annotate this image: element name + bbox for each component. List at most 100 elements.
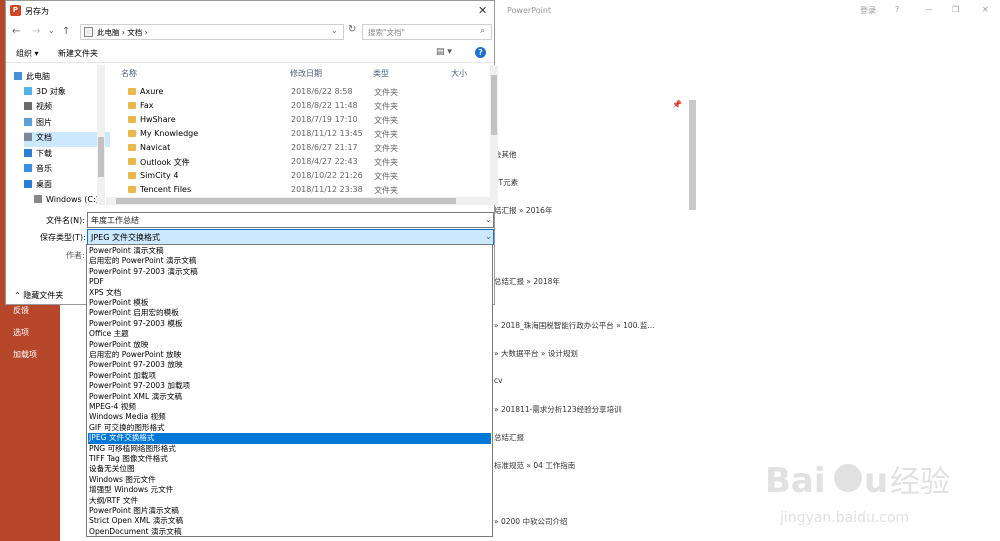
filetype-option[interactable]: Office 主题 [88, 329, 491, 339]
recent-path[interactable]: 标准规范 » 04 工作指南 [494, 460, 575, 471]
horizontal-scroll-thumb[interactable] [116, 198, 456, 204]
help-icon[interactable]: ? [475, 47, 486, 58]
filetype-option[interactable]: PowerPoint 演示文稿 [88, 246, 491, 256]
file-name: SimCity 4 [140, 171, 179, 180]
file-row[interactable]: HwShare 2018/7/19 17:10 文件夹 [111, 113, 486, 127]
recent-path[interactable]: » 2018_珠海国税智能行政办公平台 » 100.监... [494, 320, 655, 331]
search-input[interactable]: 搜索"文档" ⌕ [362, 24, 492, 40]
folder-icon [128, 186, 136, 193]
nav-scroll-thumb[interactable] [98, 137, 104, 177]
filetype-option[interactable]: 增强型 Windows 元文件 [88, 485, 491, 495]
filetype-option[interactable]: PDF [88, 277, 491, 287]
nav-scrollbar[interactable] [97, 65, 105, 205]
backstage-feedback[interactable]: 反馈 [13, 305, 29, 316]
file-row[interactable]: Axure 2018/6/22 8:58 文件夹 [111, 85, 486, 99]
column-date[interactable]: 修改日期 [290, 68, 322, 79]
recent-path[interactable]: 结汇报 » 2016年 [494, 205, 552, 216]
filetype-option[interactable]: PowerPoint 模板 [88, 298, 491, 308]
file-row[interactable]: Navicat 2018/6/27 21:17 文件夹 [111, 141, 486, 155]
file-row[interactable]: Tencent Files 2018/11/12 23:38 文件夹 [111, 183, 486, 197]
filetype-dropdown-list[interactable]: PowerPoint 演示文稿 启用宏的 PowerPoint 演示文稿 Power… [86, 244, 493, 537]
recent-path[interactable]: » 大数据平台 » 设计规划 [494, 348, 578, 359]
filetype-option[interactable]: TIFF Tag 图像文件格式 [88, 454, 491, 464]
filetype-option[interactable]: 启用宏的 PowerPoint 演示文稿 [88, 256, 491, 266]
backstage-scrollbar[interactable] [689, 100, 696, 210]
filetype-option[interactable]: PowerPoint 启用宏的模板 [88, 308, 491, 318]
backstage-options[interactable]: 选项 [13, 327, 29, 338]
filetype-dropdown-icon[interactable]: ⌄ [485, 232, 492, 241]
filetype-option[interactable]: PNG 可移植网络图形格式 [88, 444, 491, 454]
svg-text:经验: 经验 [890, 465, 950, 500]
filetype-option[interactable]: 设备无关位图 [88, 464, 491, 474]
music-icon [24, 164, 32, 172]
filetype-option[interactable]: 启用宏的 PowerPoint 放映 [88, 350, 491, 360]
dialog-close-button[interactable]: ✕ [478, 4, 487, 17]
organize-button[interactable]: 组织 ▾ [16, 48, 39, 59]
filetype-option[interactable]: PowerPoint 97-2003 加载项 [88, 381, 491, 391]
filetype-option[interactable]: MPEG-4 视频 [88, 402, 491, 412]
filetype-option[interactable]: PowerPoint 加载项 [88, 371, 491, 381]
filetype-option[interactable]: PowerPoint 97-2003 演示文稿 [88, 267, 491, 277]
refresh-icon[interactable]: ↻ [348, 24, 358, 40]
recent-locations-icon[interactable]: ⌄ [48, 26, 55, 35]
file-type: 文件夹 [374, 130, 398, 139]
search-icon[interactable]: ⌕ [480, 26, 485, 36]
column-name[interactable]: 名称 [121, 68, 137, 79]
minimize-button[interactable]: — [925, 5, 933, 14]
column-size[interactable]: 大小 [451, 68, 467, 79]
pin-icon[interactable]: 📌 [672, 100, 682, 109]
filetype-option[interactable]: PowerPoint 97-2003 放映 [88, 360, 491, 370]
view-options-icon[interactable]: ▤ ▾ [436, 47, 452, 57]
backstage-sidebar-lower [0, 290, 60, 541]
filetype-option[interactable]: PowerPoint XML 演示文稿 [88, 392, 491, 402]
filetype-option[interactable]: Windows 图元文件 [88, 475, 491, 485]
backstage-addins[interactable]: 加载项 [13, 349, 37, 360]
forward-icon[interactable]: → [32, 26, 40, 37]
file-row[interactable]: My Knowledge 2018/11/12 13:45 文件夹 [111, 127, 486, 141]
hide-folders-button[interactable]: ⌃ 隐藏文件夹 [14, 290, 63, 301]
filetype-option[interactable]: JPEG 文件交换格式 [88, 433, 491, 444]
recent-path[interactable]: 总结汇报 » 2018年 [494, 276, 560, 287]
folder-icon [128, 102, 136, 109]
filetype-option[interactable]: GIF 可交换的图形格式 [88, 423, 491, 433]
recent-path[interactable]: » 0200 中软公司介绍 [494, 516, 567, 527]
recent-path[interactable]: 总结汇报 [494, 432, 524, 443]
nav-item-label: 图片 [36, 118, 52, 127]
filename-dropdown-icon[interactable]: ⌄ [485, 215, 492, 224]
breadcrumb[interactable]: 此电脑 › 文档 › [97, 27, 148, 38]
filetype-option[interactable]: PowerPoint 放映 [88, 340, 491, 350]
filetype-option[interactable]: Strict Open XML 演示文稿 [88, 516, 491, 526]
column-type[interactable]: 类型 [373, 68, 389, 79]
filetype-option[interactable]: Windows Media 视频 [88, 412, 491, 422]
file-row[interactable]: Outlook 文件 2018/4/27 22:43 文件夹 [111, 155, 486, 169]
up-icon[interactable]: ↑ [62, 26, 70, 37]
recent-path[interactable]: cv [494, 376, 503, 385]
help-button[interactable]: ? [895, 5, 899, 14]
filetype-option[interactable]: PowerPoint 97-2003 模板 [88, 319, 491, 329]
file-date: 2018/7/19 17:10 [291, 115, 358, 124]
hide-folders-label: 隐藏文件夹 [23, 291, 64, 300]
login-link[interactable]: 登录 [860, 5, 876, 16]
filetype-option[interactable]: OpenDocument 演示文稿 [88, 527, 491, 537]
file-list-scroll-thumb[interactable] [491, 75, 497, 135]
address-dropdown-icon[interactable]: ⌄ [331, 26, 338, 35]
new-folder-button[interactable]: 新建文件夹 [58, 48, 98, 59]
svg-text:jingyan.baidu.com: jingyan.baidu.com [779, 510, 909, 526]
back-icon[interactable]: ← [12, 26, 20, 37]
search-placeholder: 搜索"文档" [368, 28, 405, 37]
nav-item[interactable]: 此电脑 [14, 71, 100, 86]
pc-icon [14, 72, 22, 80]
filetype-option[interactable]: 大纲/RTF 文件 [88, 496, 491, 506]
file-row[interactable]: SimCity 4 2018/10/22 21:26 文件夹 [111, 169, 486, 183]
recent-path[interactable]: » 201811-需求分析123经验分享培训 [494, 404, 622, 415]
file-date: 2018/10/22 21:26 [291, 171, 363, 180]
app-close-button[interactable]: ✕ [982, 5, 989, 14]
file-row[interactable]: Fax 2018/8/22 11:48 文件夹 [111, 99, 486, 113]
filetype-option[interactable]: XPS 文档 [88, 288, 491, 298]
address-bar[interactable]: 此电脑 › 文档 › ⌄ [80, 24, 344, 40]
filetype-select[interactable]: JPEG 文件交换格式 ⌄ [87, 229, 494, 245]
restore-button[interactable]: ❐ [952, 5, 959, 14]
filetype-option[interactable]: PowerPoint 图片演示文稿 [88, 506, 491, 516]
dialog-titlebar[interactable]: P 另存为 ✕ [6, 1, 494, 21]
filename-input[interactable]: 年度工作总结 ⌄ [87, 212, 494, 228]
